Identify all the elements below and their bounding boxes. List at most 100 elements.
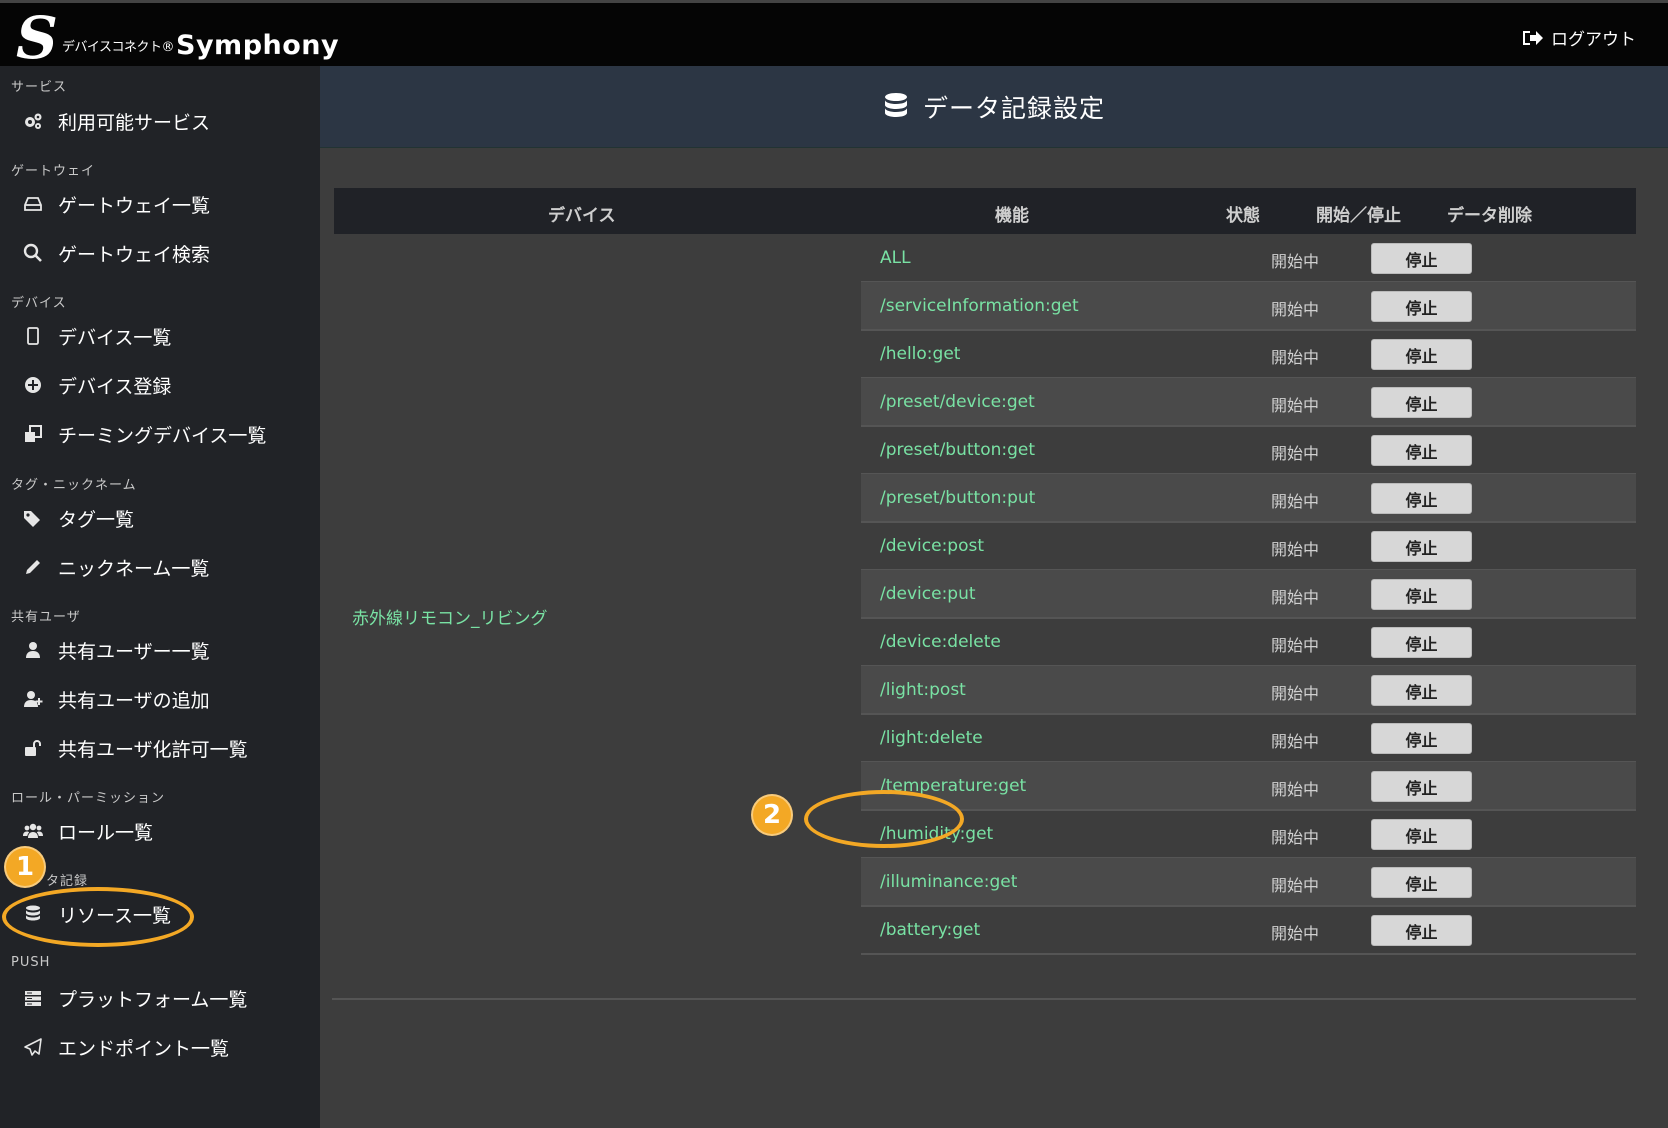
stop-button[interactable]: 停止 [1371, 387, 1472, 418]
status-text: 開始中 [1271, 252, 1320, 271]
tablet-icon [22, 325, 44, 347]
function-link[interactable]: /serviceInformation:get [880, 296, 1079, 316]
app-logo[interactable]: S デバイスコネクト® Symphony [16, 7, 340, 67]
table-row: /illuminance:get 開始中 停止 [861, 858, 1636, 907]
sidebar-item-label: 共有ユーザ化許可一覧 [58, 738, 248, 761]
stop-button[interactable]: 停止 [1371, 483, 1472, 514]
sidebar-item-label: エンドポイント一覧 [58, 1037, 230, 1060]
sidebar-section-services: サービス [11, 80, 68, 95]
status-text: 開始中 [1271, 924, 1320, 943]
stop-button[interactable]: 停止 [1371, 291, 1472, 322]
sidebar-item-platform-list[interactable]: プラットフォーム一覧 [22, 980, 247, 1016]
table-row: /serviceInformation:get 開始中 停止 [861, 282, 1636, 331]
sidebar-item-device-register[interactable]: デバイス登録 [22, 367, 171, 403]
function-link[interactable]: /preset/device:get [880, 392, 1035, 412]
sidebar-item-shared-user-permission-list[interactable]: 共有ユーザ化許可一覧 [22, 730, 248, 766]
sidebar-item-label: ニックネーム一覧 [58, 557, 210, 580]
sidebar-section-tag-nickname: タグ・ニックネーム [11, 478, 137, 493]
page-title: データ記録設定 [922, 93, 1105, 123]
sidebar-item-role-list[interactable]: ロール一覧 [22, 813, 153, 849]
sidebar-item-teaming-device-list[interactable]: チーミングデバイス一覧 [22, 416, 266, 452]
stop-button[interactable]: 停止 [1371, 723, 1472, 754]
logout-button[interactable]: ログアウト [1521, 25, 1636, 50]
logo-subtitle: デバイスコネクト® [61, 40, 175, 55]
column-header-data-delete: データ削除 [1447, 206, 1532, 226]
column-header-start-stop: 開始／停止 [1316, 206, 1401, 226]
sidebar-item-tag-list[interactable]: タグ一覧 [22, 500, 134, 536]
function-link[interactable]: /device:put [880, 584, 976, 604]
sidebar-item-gateway-search[interactable]: ゲートウェイ検索 [22, 235, 210, 271]
users-icon [22, 820, 44, 842]
sidebar-item-device-list[interactable]: デバイス一覧 [22, 318, 171, 354]
table-bottom-divider [332, 998, 1636, 1000]
sidebar-section-device: デバイス [11, 296, 67, 311]
row-divider [861, 953, 1636, 955]
function-link[interactable]: /light:delete [880, 728, 983, 748]
table-header: デバイス 機能 状態 開始／停止 データ削除 [334, 188, 1636, 234]
stop-button[interactable]: 停止 [1371, 531, 1472, 562]
user-icon [22, 639, 44, 661]
table-row: /device:post 開始中 停止 [861, 522, 1636, 571]
status-text: 開始中 [1271, 396, 1320, 415]
annotation-badge-1: 1 [4, 846, 46, 888]
sidebar-section-push: PUSH [11, 955, 51, 970]
hdd-icon [22, 193, 44, 215]
column-header-device: デバイス [548, 206, 616, 226]
table-row: ALL 開始中 停止 [861, 234, 1636, 283]
function-link[interactable]: /device:post [880, 536, 984, 556]
stop-button[interactable]: 停止 [1371, 579, 1472, 610]
device-name-link[interactable]: 赤外線リモコン_リビング [352, 604, 548, 629]
stop-button[interactable]: 停止 [1371, 243, 1472, 274]
sidebar: サービス 利用可能サービス ゲートウェイ ゲートウェイ一覧 ゲートウェイ検索 デ… [0, 66, 320, 1128]
sidebar-section-data-record: タ記録 [46, 874, 89, 889]
status-text: 開始中 [1271, 540, 1320, 559]
top-bar: S デバイスコネクト® Symphony ログアウト [0, 0, 1668, 67]
stop-button[interactable]: 停止 [1371, 915, 1472, 946]
tags-icon [22, 507, 44, 529]
function-link[interactable]: /illuminance:get [880, 872, 1017, 892]
stop-button[interactable]: 停止 [1371, 339, 1472, 370]
function-link[interactable]: /preset/button:put [880, 488, 1035, 508]
function-link[interactable]: /hello:get [880, 344, 960, 364]
function-link[interactable]: ALL [880, 248, 911, 268]
status-text: 開始中 [1271, 876, 1320, 895]
stop-button[interactable]: 停止 [1371, 435, 1472, 466]
sidebar-item-nickname-list[interactable]: ニックネーム一覧 [22, 549, 209, 585]
database-icon [884, 92, 907, 117]
gears-icon [22, 110, 44, 132]
table-row: /hello:get 開始中 停止 [861, 330, 1636, 379]
sidebar-item-shared-user-list[interactable]: 共有ユーザー一覧 [22, 632, 210, 668]
status-text: 開始中 [1271, 780, 1320, 799]
table-row: /preset/device:get 開始中 停止 [861, 378, 1636, 427]
table-row: /light:post 開始中 停止 [861, 666, 1636, 715]
sidebar-item-available-services[interactable]: 利用可能サービス [22, 103, 210, 139]
logout-label: ログアウト [1551, 30, 1636, 50]
function-link[interactable]: /battery:get [880, 920, 980, 940]
sidebar-item-label: ロール一覧 [58, 821, 154, 844]
function-link[interactable]: /light:post [880, 680, 966, 700]
table-row: /preset/button:get 開始中 停止 [861, 426, 1636, 475]
table-row: /device:put 開始中 停止 [861, 570, 1636, 619]
sidebar-item-label: ゲートウェイ一覧 [58, 194, 211, 217]
function-link[interactable]: /device:delete [880, 632, 1001, 652]
stop-button[interactable]: 停止 [1371, 627, 1472, 658]
sidebar-item-endpoint-list[interactable]: エンドポイント一覧 [22, 1029, 229, 1065]
sidebar-section-shared-user: 共有ユーザ [11, 610, 81, 625]
function-link[interactable]: /preset/button:get [880, 440, 1035, 460]
stop-button[interactable]: 停止 [1371, 819, 1472, 850]
sidebar-item-label: デバイス登録 [58, 375, 172, 398]
sidebar-item-gateway-list[interactable]: ゲートウェイ一覧 [22, 186, 210, 222]
stop-button[interactable]: 停止 [1371, 867, 1472, 898]
logo-title: Symphony [176, 30, 340, 61]
table-row: /light:delete 開始中 停止 [861, 714, 1636, 763]
table-row: /device:delete 開始中 停止 [861, 618, 1636, 667]
status-text: 開始中 [1271, 492, 1320, 511]
plus-circle-icon [22, 374, 44, 396]
stop-button[interactable]: 停止 [1371, 771, 1472, 802]
status-text: 開始中 [1271, 732, 1320, 751]
stop-button[interactable]: 停止 [1371, 675, 1472, 706]
sidebar-item-add-shared-user[interactable]: 共有ユーザの追加 [22, 681, 210, 717]
column-header-status: 状態 [1226, 206, 1260, 226]
status-text: 開始中 [1271, 444, 1320, 463]
sidebar-item-label: タグ一覧 [58, 508, 135, 531]
